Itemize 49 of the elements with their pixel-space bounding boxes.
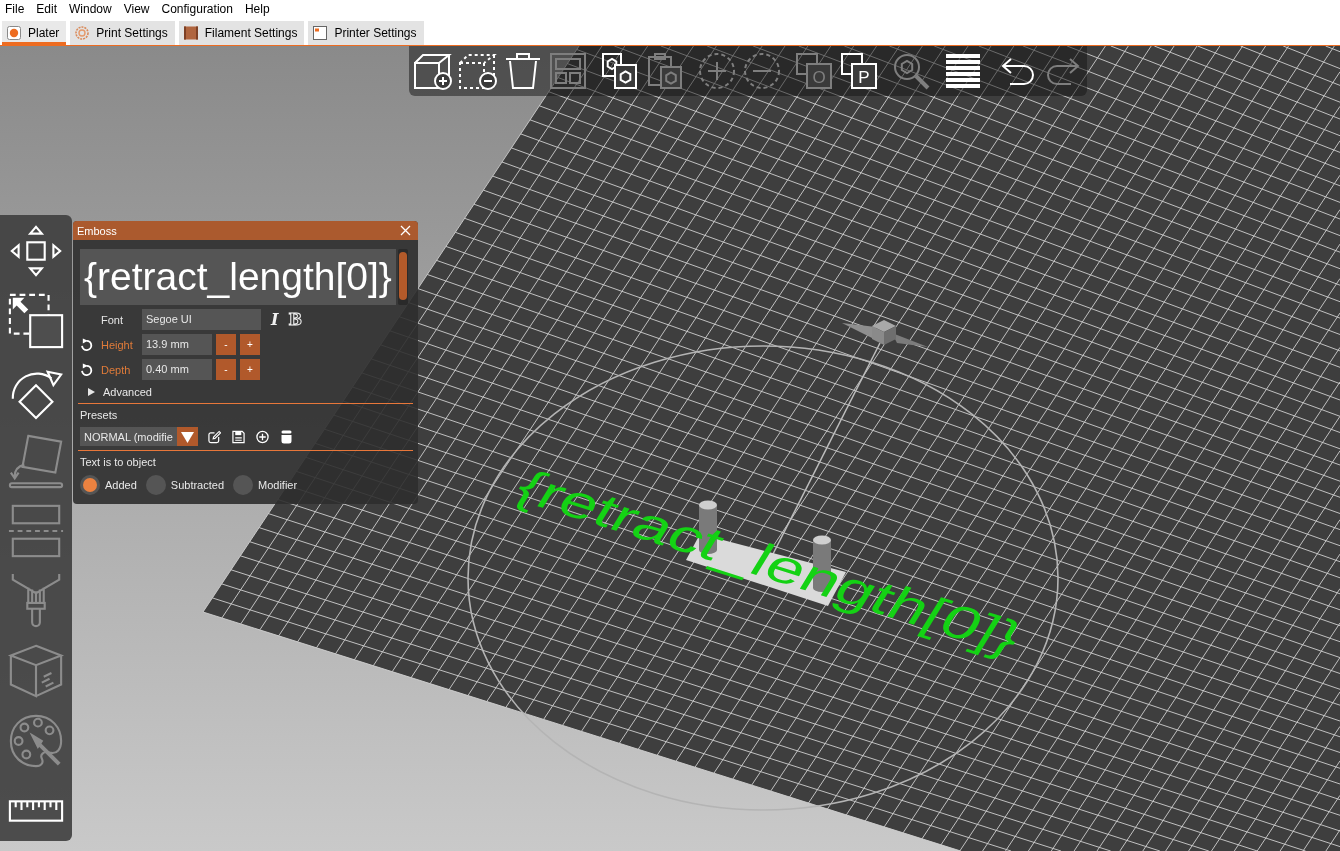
menu-item[interactable]: Window — [69, 2, 112, 16]
scrollbar-thumb[interactable] — [399, 252, 407, 300]
scale-squares-icon[interactable] — [7, 292, 65, 350]
operation-radio[interactable]: Added — [80, 475, 137, 495]
operation-radio[interactable]: Modifier — [233, 475, 298, 495]
circle-dot-icon — [7, 26, 21, 40]
field-label: Height — [101, 338, 134, 351]
text-input-field[interactable]: {retract_length[0]} — [80, 249, 396, 305]
italic-button[interactable]: I — [271, 310, 279, 329]
trash-icon[interactable] — [503, 51, 543, 91]
section-label: Presets — [80, 409, 118, 422]
trash-icon[interactable] — [279, 429, 293, 444]
decrement-button[interactable]: - — [216, 359, 236, 380]
add-circle-icon[interactable] — [255, 429, 269, 444]
operation-radio[interactable]: Subtracted — [145, 475, 224, 495]
number-field[interactable]: 0.40 mm — [142, 359, 212, 380]
increment-button[interactable]: + — [240, 359, 260, 380]
tab[interactable]: Printer Settings — [308, 21, 424, 45]
close-icon[interactable] — [400, 225, 411, 236]
tab[interactable]: Print Settings — [70, 21, 175, 45]
tab[interactable]: Filament Settings — [178, 21, 305, 45]
copy-icon[interactable] — [600, 51, 640, 91]
reset-arrow-icon[interactable] — [80, 362, 93, 377]
dashed-cube-minus-icon[interactable] — [458, 51, 498, 91]
window-icon — [313, 26, 328, 40]
panel-title: Emboss — [77, 224, 117, 237]
stacked-lines-icon[interactable] — [943, 51, 983, 91]
menu-item[interactable]: Help — [244, 2, 270, 16]
reset-arrow-icon[interactable] — [80, 337, 93, 352]
edit-icon[interactable] — [207, 429, 221, 444]
menu-item[interactable]: Edit — [36, 2, 58, 16]
menu-item[interactable]: File — [5, 2, 25, 16]
advanced-toggle[interactable]: Advanced — [80, 384, 152, 400]
font-field[interactable]: Segoe UI — [142, 309, 261, 330]
section-label: Text is to object — [80, 456, 156, 469]
decrement-button[interactable]: - — [216, 334, 236, 355]
ring-icon — [75, 26, 90, 40]
field-label: Font — [101, 313, 124, 326]
number-field[interactable]: 13.9 mm — [142, 334, 212, 355]
bold-button[interactable]: B — [288, 310, 302, 329]
menu-item[interactable]: Configuration — [161, 2, 233, 16]
preset-dropdown[interactable]: NORMAL (modifie — [80, 427, 198, 446]
cube-plus-icon[interactable] — [413, 51, 453, 91]
tab[interactable]: Plater — [2, 21, 67, 45]
increment-button[interactable]: + — [240, 334, 260, 355]
menu-item[interactable]: View — [123, 2, 150, 16]
save-icon[interactable] — [231, 429, 245, 444]
field-label: Depth — [101, 363, 132, 376]
swatch-icon — [183, 26, 198, 40]
